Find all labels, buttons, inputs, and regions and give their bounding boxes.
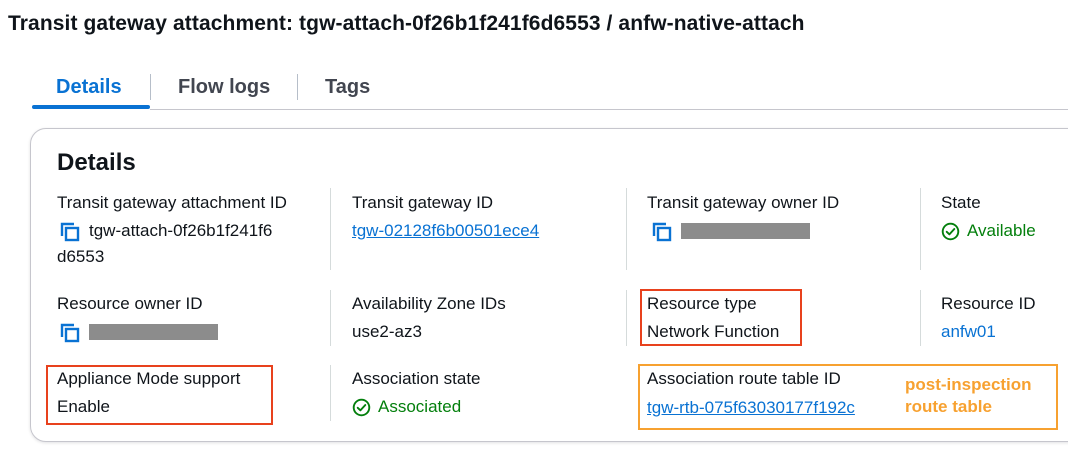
tab-tags[interactable]: Tags <box>325 76 370 99</box>
association-state-label: Association state <box>352 369 481 388</box>
state-value: Available <box>967 221 1036 240</box>
column-divider <box>626 290 627 346</box>
resource-type-highlight <box>640 289 802 346</box>
annotation-line2: route table <box>905 397 992 416</box>
attachment-id-value-wrap: d6553 <box>57 247 105 266</box>
resource-id-label: Resource ID <box>941 294 1036 313</box>
tab-bar: Details Flow logs Tags <box>0 72 1068 112</box>
attachment-id-value: tgw-attach-0f26b1f241f6 <box>89 221 273 240</box>
page-title: Transit gateway attachment: tgw-attach-0… <box>8 12 805 35</box>
success-icon <box>352 398 371 417</box>
resource-id-link[interactable]: anfw01 <box>941 322 996 342</box>
column-divider <box>330 290 331 346</box>
details-heading: Details <box>57 149 136 176</box>
tabs-underline <box>150 109 1068 110</box>
attachment-id-label: Transit gateway attachment ID <box>57 193 287 212</box>
appliance-mode-highlight <box>46 365 273 425</box>
annotation-line1: post-inspection <box>905 375 1032 394</box>
az-ids-label: Availability Zone IDs <box>352 294 506 313</box>
copy-icon[interactable] <box>652 222 672 242</box>
tab-divider <box>150 74 151 100</box>
column-divider <box>920 290 921 346</box>
column-divider <box>920 188 921 270</box>
column-divider <box>330 188 331 270</box>
success-icon <box>941 222 960 241</box>
state-label: State <box>941 193 981 212</box>
tgw-id-label: Transit gateway ID <box>352 193 494 212</box>
az-ids-value: use2-az3 <box>352 322 422 341</box>
tab-flow-logs[interactable]: Flow logs <box>178 76 270 99</box>
association-state-value: Associated <box>378 397 462 416</box>
copy-icon[interactable] <box>60 222 80 242</box>
copy-icon[interactable] <box>60 323 80 343</box>
redacted-owner-id <box>681 223 810 239</box>
tab-divider <box>297 74 298 100</box>
tgw-owner-id-label: Transit gateway owner ID <box>647 193 840 212</box>
column-divider <box>330 365 331 421</box>
redacted-resource-owner-id <box>89 324 218 340</box>
active-tab-indicator <box>32 105 150 109</box>
column-divider <box>626 188 627 270</box>
resource-owner-id-label: Resource owner ID <box>57 294 203 313</box>
tgw-id-link[interactable]: tgw-02128f6b00501ece4 <box>352 221 539 241</box>
tab-details[interactable]: Details <box>56 76 122 99</box>
